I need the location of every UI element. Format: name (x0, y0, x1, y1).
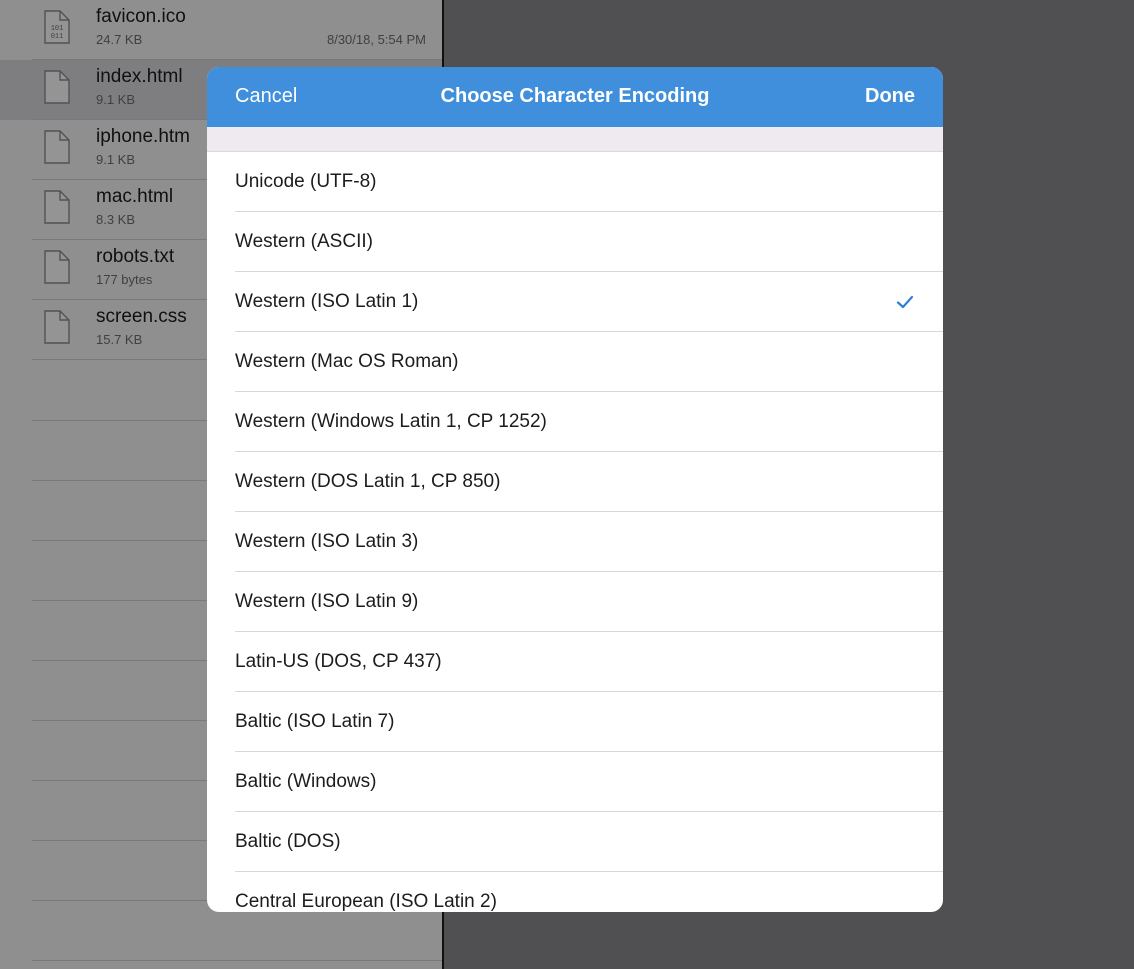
done-button[interactable]: Done (865, 85, 915, 108)
encoding-option-label: Western (Windows Latin 1, CP 1252) (235, 411, 547, 432)
encoding-option[interactable]: Latin-US (DOS, CP 437) (207, 632, 943, 692)
encoding-option[interactable]: Western (ISO Latin 3) (207, 512, 943, 572)
encoding-option-label: Western (Mac OS Roman) (235, 351, 459, 372)
encoding-option-label: Western (ISO Latin 9) (235, 591, 419, 612)
encoding-option[interactable]: Central European (ISO Latin 2) (207, 872, 943, 912)
encoding-option-label: Latin-US (DOS, CP 437) (235, 651, 442, 672)
encoding-option[interactable]: Western (ISO Latin 9) (207, 572, 943, 632)
encoding-option[interactable]: Baltic (ISO Latin 7) (207, 692, 943, 752)
encoding-picker-modal: Cancel Choose Character Encoding Done Un… (207, 67, 943, 912)
checkmark-icon (895, 292, 915, 312)
encoding-option-label: Baltic (ISO Latin 7) (235, 711, 395, 732)
encoding-option-label: Western (ISO Latin 3) (235, 531, 419, 552)
encoding-option-label: Central European (ISO Latin 2) (235, 891, 497, 912)
encoding-option[interactable]: Unicode (UTF-8) (207, 152, 943, 212)
encoding-option[interactable]: Western (Windows Latin 1, CP 1252) (207, 392, 943, 452)
encoding-option-label: Unicode (UTF-8) (235, 171, 377, 192)
encoding-option-label: Western (ASCII) (235, 231, 373, 252)
encoding-option-label: Western (DOS Latin 1, CP 850) (235, 471, 501, 492)
encoding-option[interactable]: Western (ASCII) (207, 212, 943, 272)
encoding-option-label: Western (ISO Latin 1) (235, 291, 419, 312)
encoding-option[interactable]: Western (ISO Latin 1) (207, 272, 943, 332)
modal-nav-bar: Cancel Choose Character Encoding Done (207, 67, 943, 127)
encoding-option-label: Baltic (DOS) (235, 831, 341, 852)
encoding-option[interactable]: Baltic (Windows) (207, 752, 943, 812)
encoding-option[interactable]: Baltic (DOS) (207, 812, 943, 872)
encoding-option-label: Baltic (Windows) (235, 771, 377, 792)
encoding-option[interactable]: Western (DOS Latin 1, CP 850) (207, 452, 943, 512)
encoding-option[interactable]: Western (Mac OS Roman) (207, 332, 943, 392)
section-header (207, 127, 943, 152)
modal-title: Choose Character Encoding (440, 85, 710, 107)
encoding-list[interactable]: Unicode (UTF-8) Western (ASCII) Western (I… (207, 152, 943, 912)
